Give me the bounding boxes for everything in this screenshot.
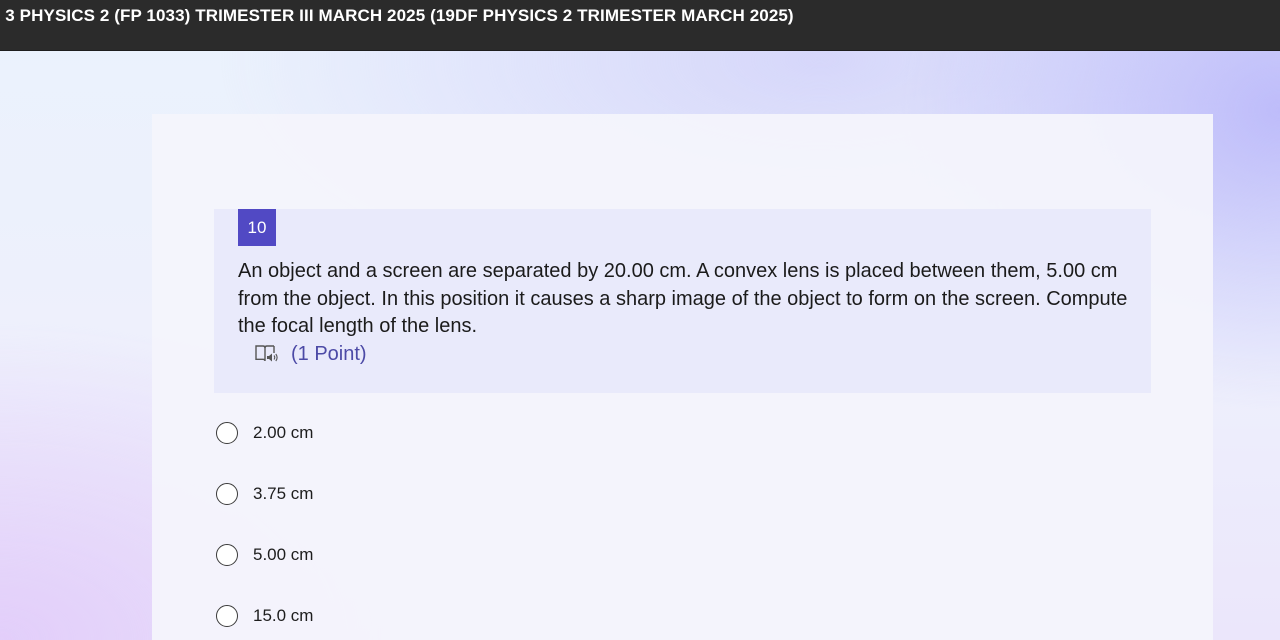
question-block: 10 An object and a screen are separated … (214, 209, 1151, 393)
radio-button[interactable] (216, 483, 238, 505)
option-4[interactable]: 15.0 cm (216, 602, 313, 630)
radio-button[interactable] (216, 422, 238, 444)
option-1[interactable]: 2.00 cm (216, 419, 313, 447)
option-label: 3.75 cm (253, 484, 314, 503)
question-text: An object and a screen are separated by … (238, 260, 1128, 337)
option-label: 2.00 cm (253, 423, 314, 442)
form-title: Z 3 PHYSICS 2 (FP 1033) TRIMESTER III MA… (0, 6, 794, 25)
question-number-badge: 10 (238, 209, 276, 246)
top-bar: Z 3 PHYSICS 2 (FP 1033) TRIMESTER III MA… (0, 0, 1280, 51)
points-row: (1 Point) (254, 340, 367, 368)
points-label: (1 Point) (291, 342, 367, 365)
form-card: 10 An object and a screen are separated … (152, 114, 1213, 640)
option-label: 5.00 cm (253, 545, 314, 564)
immersive-reader-icon[interactable] (254, 343, 278, 365)
radio-button[interactable] (216, 605, 238, 627)
option-label: 15.0 cm (253, 606, 314, 625)
radio-button[interactable] (216, 544, 238, 566)
option-2[interactable]: 3.75 cm (216, 480, 313, 508)
option-3[interactable]: 5.00 cm (216, 541, 313, 569)
